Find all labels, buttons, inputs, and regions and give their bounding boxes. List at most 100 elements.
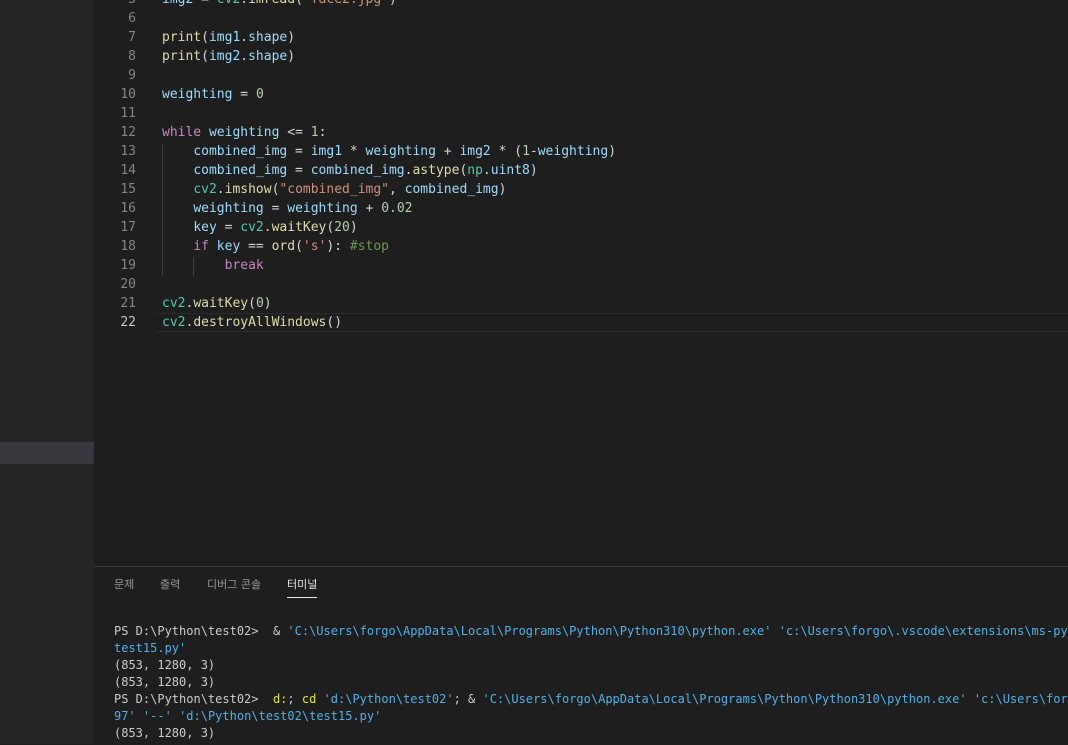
code-line[interactable]: 13 combined_img = img1 * weighting + img… [94,142,1068,161]
terminal-segment: cd [301,692,317,706]
code-token: ) [529,163,538,178]
code-token: key [193,220,217,235]
sidebar-selected-item[interactable] [0,442,94,464]
code-token: = [287,144,311,159]
code-token: . [240,49,249,64]
code-token: weighting [365,144,436,159]
code-token: while [162,125,202,140]
code-token: img1 [208,30,241,45]
code-token: ( [295,239,303,254]
code-token: <= [279,125,311,140]
terminal-line: (853, 1280, 3) [114,674,215,691]
code-token: 1 [522,144,530,159]
code-token: . [240,0,248,7]
terminal-segment: 'C:\Users\forgo\AppData\Local\Programs\P… [287,624,772,638]
code-token: print [162,49,202,64]
code-token: ) [498,182,507,197]
panel-tab[interactable]: 터미널 [287,576,318,598]
code-line[interactable]: 12 while weighting <= 1: [94,123,1068,142]
terminal-segment [316,692,323,706]
line-number: 5 [94,0,136,9]
code-line[interactable]: 19 break [94,256,1068,275]
terminal-line: (853, 1280, 3) [114,725,215,742]
code-line[interactable]: 20 [94,275,1068,294]
code-text: break [162,256,264,275]
code-token: img2 [208,49,241,64]
code-token: ): [326,239,350,254]
code-token: weighting [208,125,280,140]
panel-tab[interactable]: 문제 [114,576,134,598]
code-token: = [263,201,288,216]
line-number: 16 [120,201,136,216]
code-token: ) [287,30,296,45]
code-token: combined_img [193,144,288,159]
code-line[interactable]: 5 img2 = cv2.imread('face2.jpg') [94,0,1068,9]
code-token: : [318,125,327,140]
line-number: 15 [120,182,136,197]
terminal-line: PS D:\Python\test02> d:; cd 'd:\Python\t… [114,691,1068,708]
code-token: print [162,30,202,45]
code-token: waitKey [271,220,327,235]
code-line[interactable]: 10 weighting = 0 [94,85,1068,104]
code-token: cv2 [162,315,186,330]
code-token: ( [201,49,209,64]
code-token: weighting [537,144,609,159]
code-line[interactable]: 18 if key == ord('s'): #stop [94,237,1068,256]
panel-tab[interactable]: 출력 [160,576,180,598]
code-text: combined_img = combined_img.astype(np.ui… [162,161,538,180]
code-editor[interactable]: 5 img2 = cv2.imread('face2.jpg')67print(i… [94,0,1068,566]
code-token: . [216,182,225,197]
code-token: "combined_img" [279,182,389,197]
code-token: ) [287,49,296,64]
code-line[interactable]: 15 cv2.imshow("combined_img", combined_i… [94,180,1068,199]
line-number: 9 [128,68,136,83]
code-line[interactable]: 21 cv2.waitKey(0) [94,294,1068,313]
code-token: * ( [490,144,523,159]
code-text: cv2.imshow("combined_img", combined_img) [162,180,506,199]
code-token: 1 [310,125,319,140]
code-token: astype [412,163,460,178]
code-token: = [193,0,216,7]
terminal-segment: (853, 1280, 3) [114,675,216,689]
code-token: key [216,239,241,254]
code-line[interactable]: 8 print(img2.shape) [94,47,1068,66]
code-token: weighting [162,87,233,102]
code-line[interactable]: 7 print(img1.shape) [94,28,1068,47]
line-number: 22 [120,315,136,330]
code-token: img1 [310,144,343,159]
code-token: * [342,144,366,159]
code-token: waitKey [193,296,249,311]
terminal-segment: test15.py' [114,641,187,655]
code-text: print(img1.shape) [162,28,295,47]
bottom-panel: 문제 출력 디버그 콘솔 터미널 PS D:\Python\test02> & 'C:… [94,566,1068,745]
code-token: cv2 [240,220,264,235]
terminal-segment: ; & [453,692,483,706]
terminal-segment: 97' [114,709,136,723]
panel-tab[interactable]: 디버그 콘솔 [207,576,261,598]
code-token: shape [248,49,288,64]
code-token: ) [349,220,358,235]
code-text: combined_img = img1 * weighting + img2 *… [162,142,616,161]
code-line[interactable]: 6 [94,9,1068,28]
code-token: () [326,315,343,330]
code-token: img2 [162,0,193,7]
code-token: 20 [334,220,350,235]
code-token: imshow [224,182,272,197]
code-line[interactable]: 11 [94,104,1068,123]
code-line[interactable]: 14 combined_img = combined_img.astype(np… [94,161,1068,180]
code-token: weighting [287,201,358,216]
code-token: combined_img [404,182,499,197]
code-token: weighting [193,201,264,216]
code-line[interactable]: 9 [94,66,1068,85]
code-line[interactable]: 17 key = cv2.waitKey(20) [94,218,1068,237]
code-token: 's' [302,239,327,254]
terminal-segment: 'C:\Users\forgo\AppData\Local\Programs\P… [482,692,967,706]
terminal-segment: 'd:\Python\test02\test15.py' [179,709,382,723]
code-text: img2 = cv2.imread('face2.jpg') [162,0,397,9]
code-line[interactable]: 16 weighting = weighting + 0.02 [94,199,1068,218]
code-line[interactable]: 22 cv2.destroyAllWindows() [94,313,1068,332]
terminal-segment: ; [287,692,302,706]
